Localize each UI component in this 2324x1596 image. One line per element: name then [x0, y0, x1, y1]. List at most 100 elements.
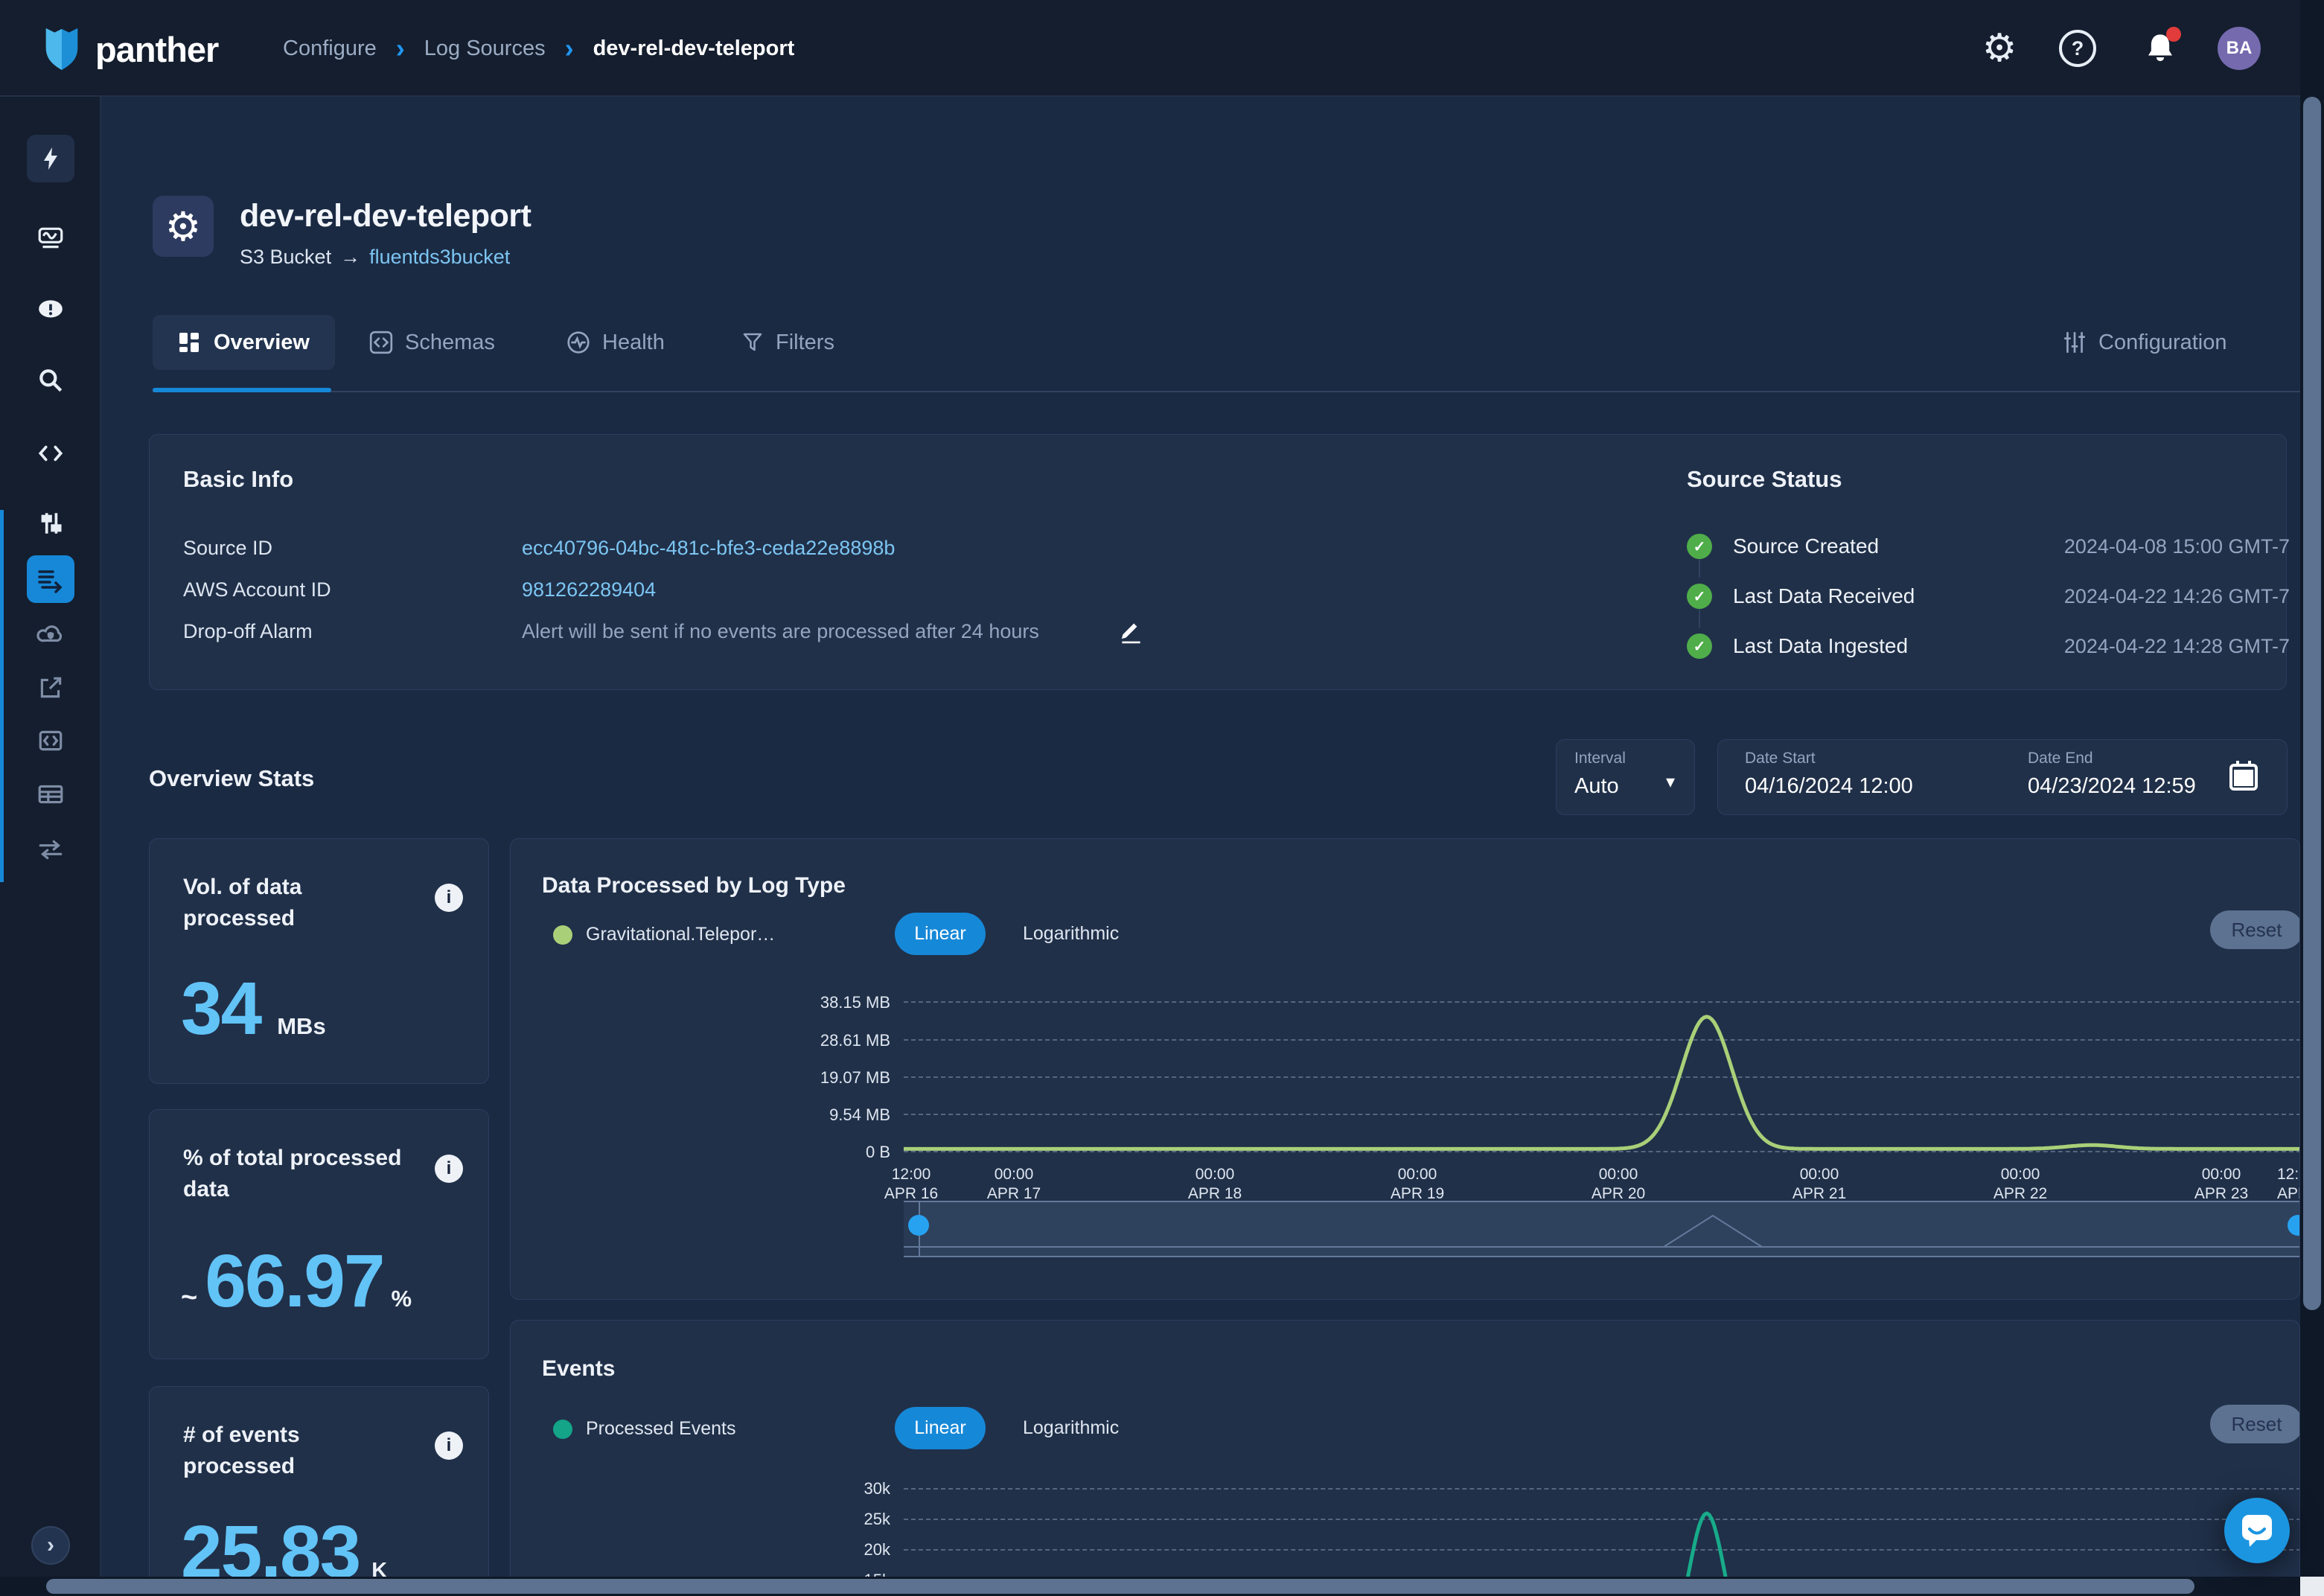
- legend-label: Gravitational.Telepor…: [586, 924, 775, 945]
- panther-logo[interactable]: panther: [39, 22, 218, 77]
- calendar-button[interactable]: [2229, 759, 2258, 796]
- data-processed-line-chart[interactable]: [904, 991, 2300, 1155]
- help-icon: ?: [2059, 30, 2096, 67]
- top-bar: panther Configure › Log Sources › dev-re…: [0, 0, 2324, 97]
- user-avatar[interactable]: BA: [2218, 0, 2261, 97]
- vertical-scrollbar[interactable]: [2300, 0, 2324, 1577]
- source-status-title: Source Status: [1687, 466, 1842, 493]
- configuration-sliders-icon: [2062, 330, 2087, 355]
- panther-logo-icon: [39, 22, 85, 77]
- chevron-right-icon: ›: [396, 35, 405, 62]
- interval-select[interactable]: Interval Auto ▾: [1556, 739, 1695, 815]
- left-sidebar: ›: [0, 97, 101, 1596]
- reset-zoom-button[interactable]: Reset: [2210, 1405, 2300, 1443]
- date-end-value: 04/23/2024 12:59: [2028, 774, 2196, 799]
- drop-off-alarm-value: Alert will be sent if no events are proc…: [522, 620, 1039, 643]
- status-label: Last Data Ingested: [1733, 634, 1979, 658]
- tab-schemas[interactable]: Schemas: [368, 315, 495, 370]
- y-axis-tick: 38.15 MB: [794, 993, 890, 1012]
- sidebar-item-packs[interactable]: [27, 717, 74, 765]
- scrollbar-corner: [2300, 1577, 2324, 1596]
- x-axis-tick: 00:00APR 23: [2177, 1165, 2266, 1204]
- chart-title: Events: [542, 1356, 615, 1382]
- date-end-label: Date End: [2028, 750, 2093, 767]
- date-start-value: 04/16/2024 12:00: [1745, 774, 1913, 799]
- alert-icon: [36, 296, 65, 324]
- legend-dot: [553, 1420, 572, 1439]
- breadcrumb-current-source: dev-rel-dev-teleport: [593, 36, 795, 61]
- linear-toggle-button[interactable]: Linear: [895, 913, 986, 955]
- chart-legend-item[interactable]: Processed Events: [553, 1418, 736, 1440]
- flash-icon: [37, 145, 64, 172]
- tab-overview-label: Overview: [214, 331, 310, 355]
- legend-label: Processed Events: [586, 1418, 736, 1440]
- horizontal-scrollbar-thumb[interactable]: [46, 1579, 2194, 1594]
- x-axis-tick: 00:00APR 18: [1170, 1165, 1260, 1204]
- stat-card-events: # of events processed i 25.83 K: [149, 1386, 489, 1596]
- chevron-down-icon: ▾: [1666, 771, 1675, 793]
- stat-value: 34: [181, 971, 261, 1046]
- horizontal-scrollbar[interactable]: [0, 1577, 2324, 1596]
- breadcrumb-log-sources[interactable]: Log Sources: [424, 36, 546, 61]
- edit-alarm-button[interactable]: [1117, 616, 1144, 648]
- sidebar-item-search[interactable]: [27, 357, 74, 405]
- gear-icon: ⚙: [1982, 26, 2017, 71]
- configuration-link[interactable]: Configuration: [2062, 315, 2227, 370]
- y-axis-tick: 25k: [794, 1510, 890, 1529]
- status-row-ingested: ✓ Last Data Ingested 2024-04-22 14:28 GM…: [1687, 633, 2290, 659]
- settings-gear-button[interactable]: ⚙: [1976, 0, 2023, 97]
- source-type-label: S3 Bucket: [240, 246, 331, 269]
- sidebar-item-tables[interactable]: [27, 770, 74, 818]
- row-label: Source ID: [183, 537, 272, 560]
- avatar-initials: BA: [2218, 27, 2261, 70]
- tab-health[interactable]: Health: [566, 315, 665, 370]
- sidebar-item-alerts[interactable]: [27, 286, 74, 333]
- chat-widget-button[interactable]: [2224, 1498, 2290, 1563]
- calendar-icon: [2229, 759, 2258, 792]
- reset-zoom-button[interactable]: Reset: [2210, 910, 2300, 949]
- tab-filters[interactable]: Filters: [741, 315, 834, 370]
- tab-schemas-label: Schemas: [405, 331, 495, 355]
- sidebar-section-indicator: [0, 510, 4, 882]
- approx-tilde: ~: [181, 1282, 197, 1314]
- breadcrumb-configure[interactable]: Configure: [283, 36, 377, 61]
- table-icon: [36, 780, 65, 808]
- info-icon[interactable]: i: [435, 1155, 463, 1183]
- info-icon[interactable]: i: [435, 1431, 463, 1460]
- sidebar-item-tuning[interactable]: [27, 499, 74, 547]
- check-icon: ✓: [1687, 534, 1712, 559]
- sidebar-item-flash[interactable]: [27, 135, 74, 182]
- bucket-link[interactable]: fluentds3bucket: [369, 246, 510, 269]
- info-icon[interactable]: i: [435, 884, 463, 912]
- sidebar-item-integrations[interactable]: [27, 664, 74, 712]
- sidebar-item-cloud-security[interactable]: [27, 610, 74, 658]
- sidebar-item-log-sources-active[interactable]: [27, 555, 74, 603]
- sidebar-expand-button[interactable]: ›: [31, 1526, 70, 1565]
- y-axis-tick: 9.54 MB: [794, 1105, 890, 1125]
- help-button[interactable]: ?: [2057, 0, 2098, 97]
- sidebar-item-detections[interactable]: [27, 430, 74, 477]
- brush-left-handle[interactable]: [908, 1215, 929, 1236]
- stat-title: # of events processed: [183, 1420, 414, 1482]
- status-connector: [1699, 608, 1700, 628]
- sidebar-item-system-monitor[interactable]: [27, 214, 74, 262]
- tabs-divider: [153, 391, 2300, 392]
- chart-legend-item[interactable]: Gravitational.Telepor…: [553, 924, 775, 945]
- sidebar-item-transform[interactable]: [27, 826, 74, 873]
- tab-filters-label: Filters: [776, 331, 834, 355]
- logarithmic-toggle-button[interactable]: Logarithmic: [1023, 923, 1119, 945]
- date-start-label: Date Start: [1745, 750, 1816, 767]
- tab-health-label: Health: [602, 331, 665, 355]
- chart-range-brush[interactable]: [904, 1201, 2300, 1257]
- chart-card-events: Events Processed Events Linear Logarithm…: [510, 1320, 2300, 1596]
- x-axis-tick: 12:00APR 16: [866, 1165, 956, 1204]
- logarithmic-toggle-button[interactable]: Logarithmic: [1023, 1417, 1119, 1439]
- chat-bubble-icon: [2240, 1513, 2274, 1548]
- date-range-picker[interactable]: Date Start 04/16/2024 12:00 Date End 04/…: [1717, 739, 2288, 815]
- vertical-scrollbar-thumb[interactable]: [2303, 97, 2321, 1310]
- brand-wordmark: panther: [95, 29, 218, 70]
- tab-overview[interactable]: Overview: [153, 315, 335, 370]
- linear-toggle-button[interactable]: Linear: [895, 1407, 986, 1449]
- x-axis-tick: 00:00APR 21: [1775, 1165, 1864, 1204]
- notifications-button[interactable]: [2139, 0, 2181, 97]
